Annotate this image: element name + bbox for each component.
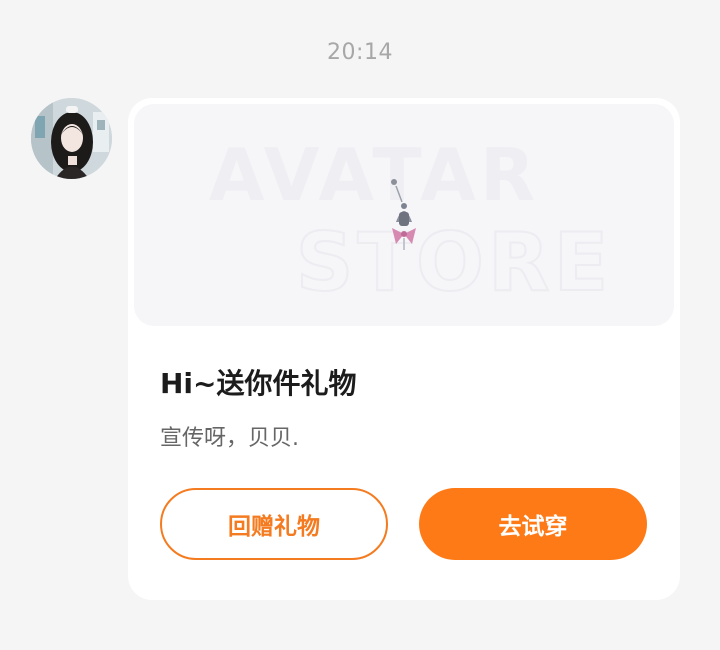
message-timestamp: 20:14 [327, 40, 393, 65]
sender-avatar[interactable] [31, 98, 112, 179]
return-gift-button[interactable]: 回赠礼物 [160, 488, 388, 560]
try-on-button[interactable]: 去试穿 [419, 488, 647, 560]
gift-message-card[interactable]: AVATAR STORE Hi~送你件礼物 宣传呀，贝贝. 回赠礼物 去试穿 [128, 98, 680, 600]
avatar-store-banner: AVATAR STORE [134, 104, 674, 326]
banner-word-store: STORE [296, 216, 612, 309]
banner-word-avatar: AVATAR [209, 133, 540, 217]
gift-message-text: 宣传呀，贝贝. [160, 426, 299, 451]
avatar-store-artwork: AVATAR STORE [209, 133, 612, 310]
user-avatar-icon [31, 98, 112, 179]
gift-message-title: Hi~送你件礼物 [160, 367, 357, 400]
